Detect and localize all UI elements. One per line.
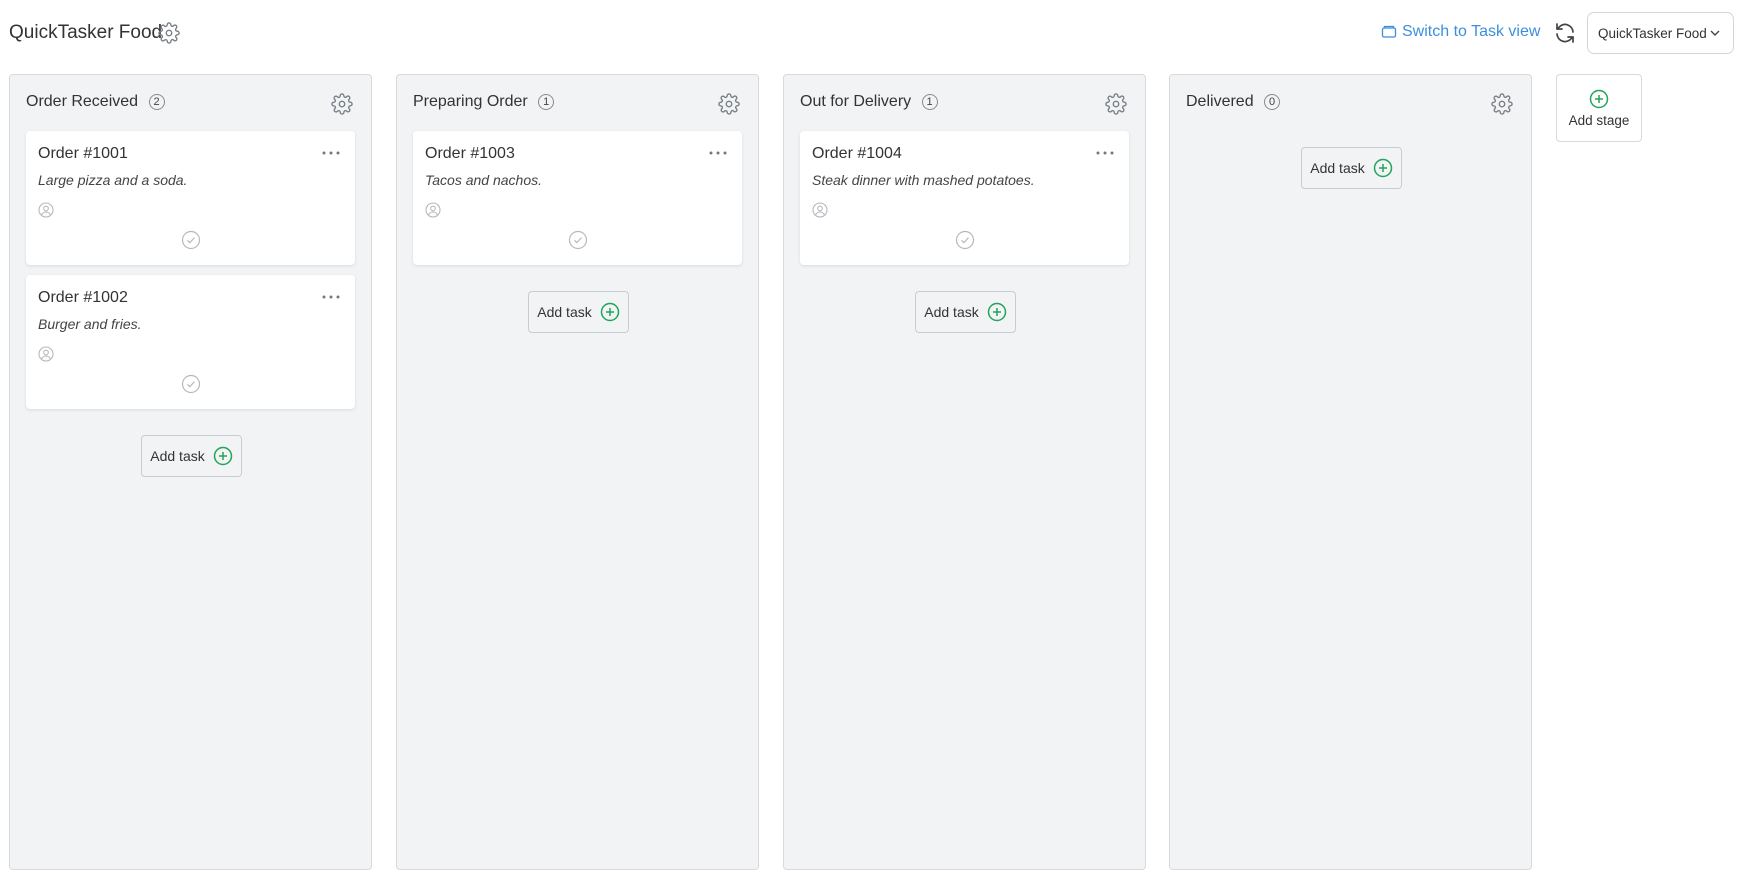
plus-circle-icon — [1589, 89, 1609, 108]
stage-header: Preparing Order 1 — [413, 93, 746, 119]
add-stage-label: Add stage — [1568, 112, 1630, 128]
more-horizontal-icon[interactable] — [321, 147, 341, 159]
gear-icon[interactable] — [718, 93, 740, 115]
stage-name: Out for Delivery — [800, 93, 912, 110]
task-description: Tacos and nachos. — [425, 172, 543, 188]
task-description: Steak dinner with mashed potatoes. — [812, 172, 1035, 188]
stage-name: Delivered — [1186, 93, 1254, 110]
gear-icon[interactable] — [1491, 93, 1513, 115]
stage-name: Preparing Order — [413, 93, 528, 110]
plus-circle-icon — [1373, 158, 1392, 178]
more-horizontal-icon[interactable] — [1095, 147, 1115, 159]
stage-order-received: Order Received 2 Order #1001 Large pizza… — [9, 74, 372, 870]
user-circle-icon[interactable] — [812, 202, 828, 218]
plus-circle-icon — [213, 446, 232, 466]
user-circle-icon[interactable] — [425, 202, 441, 218]
user-circle-icon[interactable] — [38, 346, 54, 362]
stage-count-badge: 2 — [148, 94, 165, 110]
add-task-label: Add task — [1310, 160, 1365, 176]
stage-count-badge: 1 — [921, 94, 938, 110]
stage-count-badge: 0 — [1264, 94, 1281, 110]
check-circle-icon[interactable] — [568, 230, 588, 250]
more-horizontal-icon[interactable] — [321, 291, 341, 303]
task-description: Large pizza and a soda. — [38, 172, 188, 188]
task-title: Order #1001 — [38, 145, 128, 162]
gear-icon[interactable] — [1105, 93, 1127, 115]
add-task-button[interactable]: Add task — [141, 435, 242, 477]
more-horizontal-icon[interactable] — [708, 147, 728, 159]
project-select[interactable]: QuickTasker Food — [1587, 12, 1734, 54]
add-task-label: Add task — [537, 304, 592, 320]
check-circle-icon[interactable] — [181, 230, 201, 250]
switch-view-link[interactable]: Switch to Task view — [1381, 23, 1540, 41]
add-task-button[interactable]: Add task — [1301, 147, 1402, 189]
task-view-icon — [1381, 25, 1397, 38]
check-circle-icon[interactable] — [955, 230, 975, 250]
add-task-button[interactable]: Add task — [528, 291, 629, 333]
stage-delivered: Delivered 0 Add task — [1169, 74, 1532, 870]
add-task-label: Add task — [924, 304, 979, 320]
add-task-button[interactable]: Add task — [915, 291, 1016, 333]
stage-count-badge: 1 — [538, 94, 555, 110]
project-select-value: QuickTasker Food — [1598, 25, 1707, 41]
task-card[interactable]: Order #1004 Steak dinner with mashed pot… — [800, 131, 1129, 265]
task-card[interactable]: Order #1003 Tacos and nachos. — [413, 131, 742, 265]
task-card[interactable]: Order #1002 Burger and fries. — [26, 275, 355, 409]
plus-circle-icon — [600, 302, 619, 322]
add-stage-button[interactable]: Add stage — [1556, 74, 1642, 142]
task-title: Order #1003 — [425, 145, 515, 162]
project-title: QuickTasker Food — [9, 22, 163, 43]
stage-name: Order Received — [26, 93, 139, 110]
stage-preparing-order: Preparing Order 1 Order #1003 Tacos and … — [396, 74, 759, 870]
task-title: Order #1002 — [38, 289, 128, 306]
user-circle-icon[interactable] — [38, 202, 54, 218]
stage-header: Order Received 2 — [26, 93, 359, 119]
refresh-icon[interactable] — [1553, 21, 1577, 45]
task-description: Burger and fries. — [38, 316, 142, 332]
chevron-down-icon — [1710, 30, 1720, 36]
switch-view-label: Switch to Task view — [1402, 23, 1541, 40]
top-bar: QuickTasker Food Switch to Task view Qui… — [0, 0, 1742, 68]
check-circle-icon[interactable] — [181, 374, 201, 394]
task-title: Order #1004 — [812, 145, 902, 162]
stage-header: Delivered 0 — [1186, 93, 1519, 119]
plus-circle-icon — [987, 302, 1006, 322]
gear-icon[interactable] — [331, 93, 353, 115]
gear-icon[interactable] — [158, 22, 180, 44]
stage-out-for-delivery: Out for Delivery 1 Order #1004 Steak din… — [783, 74, 1146, 870]
stage-header: Out for Delivery 1 — [800, 93, 1133, 119]
task-card[interactable]: Order #1001 Large pizza and a soda. — [26, 131, 355, 265]
add-task-label: Add task — [150, 448, 205, 464]
